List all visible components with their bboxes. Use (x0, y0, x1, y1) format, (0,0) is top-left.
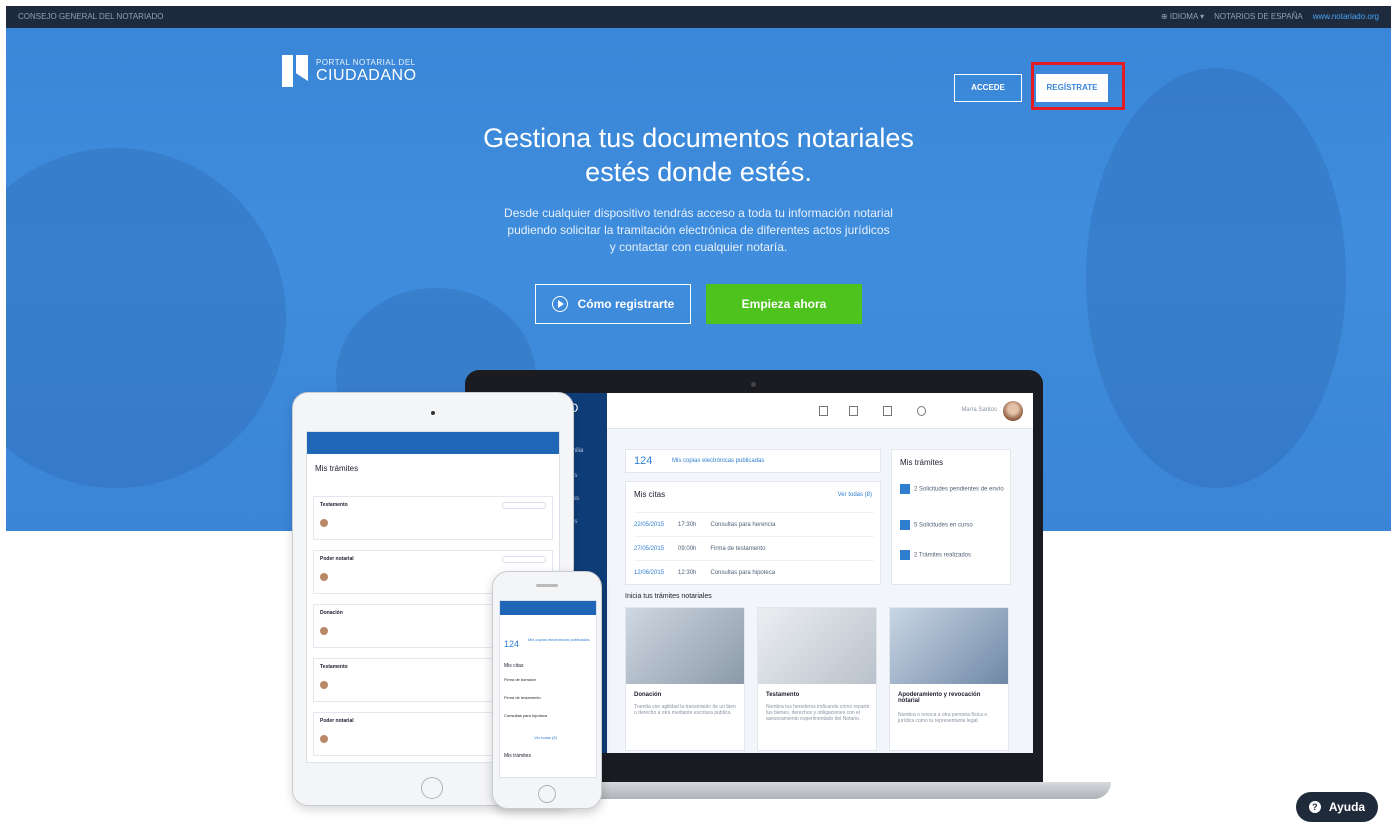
notaries-link[interactable]: NOTARIOS DE ESPAÑA (1214, 6, 1303, 28)
avatar[interactable] (1003, 401, 1023, 421)
phone-screen: 124 Mis copias electrónicas publicadas M… (499, 600, 597, 778)
list-item[interactable]: Consultas para hipoteca (504, 713, 547, 718)
inicia-heading: Inicia tus trámites notariales (625, 593, 712, 600)
cita-desc: Consultas para herencia (710, 521, 776, 528)
ver-todas-link[interactable]: Ver todas (8) (838, 492, 872, 498)
phone-count: 124 (504, 639, 520, 649)
como-registrarte-button[interactable]: Cómo registrarte (535, 284, 691, 324)
user-name: María Santos (961, 407, 997, 413)
table-row[interactable]: Testamento (313, 496, 553, 540)
tile-desc: Tramita con agilidad la transmisión de u… (634, 704, 736, 716)
phone-app-bar (500, 601, 596, 615)
phone-speaker (536, 584, 558, 587)
subtext-line-2: pudiendo solicitar la tramitación electr… (507, 223, 890, 237)
como-registrarte-label: Cómo registrarte (577, 297, 675, 311)
tablet-camera (431, 411, 435, 415)
tablet-home-button (421, 777, 443, 799)
cita-date: 12/06/2015 (634, 569, 665, 576)
language-label: IDIOMA (1169, 12, 1198, 21)
logo-icon (282, 55, 308, 87)
headline-line-1: Gestiona tus documentos notariales (483, 123, 914, 153)
registrate-highlight-box (1031, 62, 1125, 110)
tile-desc: Nombra tus herederos indicando cómo repa… (766, 704, 870, 722)
language-selector[interactable]: ⊕ IDIOMA ▾ (1161, 6, 1204, 28)
list-item[interactable]: 27/05/2015 09:00h Firma de testamento (634, 536, 874, 560)
hero-subtext: Desde cualquier dispositivo tendrás acce… (446, 205, 951, 256)
tile-desc: Nombra o revoca a otra persona física o … (898, 712, 988, 724)
edit-icon[interactable] (883, 406, 892, 416)
tramites-title: Mis trámites (900, 458, 944, 467)
tramite-item[interactable]: 5 Solicitudes en curso (900, 520, 1004, 530)
tablet-app-bar (307, 432, 559, 454)
page: CONSEJO GENERAL DEL NOTARIADO ⊕ IDIOMA ▾… (6, 6, 1391, 835)
phone-home-button (538, 785, 556, 803)
org-link[interactable]: CONSEJO GENERAL DEL NOTARIADO (18, 6, 164, 28)
empieza-ahora-button[interactable]: Empieza ahora (706, 284, 862, 324)
help-button[interactable]: ? Ayuda (1296, 792, 1378, 822)
tile-title: Testamento (766, 692, 800, 698)
citas-card: Mis citas Ver todas (8) 22/05/2015 17:30… (625, 481, 881, 585)
portal-logo[interactable]: PORTAL NOTARIAL DEL CIUDADANO (282, 55, 417, 87)
documents-icon[interactable] (849, 406, 858, 416)
cita-time: 09:00h (678, 545, 697, 552)
app-topbar: María Santos (607, 393, 1033, 429)
testamento-photo (758, 608, 876, 684)
logo-small-text: PORTAL NOTARIAL DEL (316, 57, 416, 67)
list-item[interactable]: Firma de testamento (504, 695, 541, 700)
background-photo-shape (6, 148, 286, 488)
laptop-camera (751, 382, 756, 387)
tile-apoderamiento[interactable]: Apoderamiento y revocación notarial Nomb… (889, 607, 1009, 751)
citas-title: Mis citas (634, 490, 666, 499)
list-item[interactable]: 12/06/2015 12:30h Consultas para hipotec… (634, 560, 874, 584)
cita-time: 17:30h (678, 521, 697, 528)
subtext-line-3: y contactar con cualquier notaría. (609, 240, 788, 254)
tile-title: Donación (634, 692, 662, 698)
top-bar: CONSEJO GENERAL DEL NOTARIADO ⊕ IDIOMA ▾… (6, 6, 1391, 28)
copies-count: 124 (634, 455, 653, 467)
tablet-title: Mis trámites (315, 464, 359, 473)
phone-tramites: Mis trámites (504, 753, 531, 759)
background-photo-shape (1086, 68, 1346, 488)
tramite-item[interactable]: 2 Solicitudes pendientes de envío (900, 484, 1004, 494)
laptop-screen: María Santos 124 Mis copias electrónicas… (607, 393, 1033, 753)
calendar-icon[interactable] (819, 406, 828, 416)
tile-testamento[interactable]: Testamento Nombra tus herederos indicand… (757, 607, 877, 751)
apoderamiento-photo (890, 608, 1008, 684)
help-label: Ayuda (1328, 800, 1366, 814)
phone-ver-todas[interactable]: Ver todas (8) (534, 735, 557, 740)
subtext-line-1: Desde cualquier dispositivo tendrás acce… (504, 206, 893, 220)
cita-desc: Consultas para hipoteca (710, 569, 776, 576)
headline-line-2: estés donde estés. (585, 157, 812, 187)
help-icon: ? (1308, 801, 1321, 813)
cita-time: 12:30h (678, 569, 697, 576)
play-icon (551, 296, 568, 312)
tramites-card: Mis trámites 2 Solicitudes pendientes de… (891, 449, 1011, 585)
phone-citas: Mis citas (504, 663, 524, 669)
list-item[interactable]: Firma de borrador (504, 677, 536, 682)
copies-card[interactable]: 124 Mis copias electrónicas publicadas (625, 449, 881, 473)
accede-button[interactable]: ACCEDE (954, 74, 1022, 102)
tile-title: Apoderamiento y revocación notarial (898, 692, 981, 704)
cita-date: 27/05/2015 (634, 545, 665, 552)
phone-mockup: 124 Mis copias electrónicas publicadas M… (492, 571, 602, 809)
cita-desc: Firma de testamento (710, 545, 766, 552)
notariado-site-link[interactable]: www.notariado.org (1313, 6, 1379, 28)
citas-list: 22/05/2015 17:30h Consultas para herenci… (634, 512, 874, 584)
hero-headline: Gestiona tus documentos notariales estés… (356, 121, 1041, 189)
cita-date: 22/05/2015 (634, 521, 665, 528)
list-item[interactable]: 22/05/2015 17:30h Consultas para herenci… (634, 512, 874, 536)
logo-big-text: CIUDADANO (316, 66, 417, 84)
tramite-item[interactable]: 2 Trámites realizados (900, 550, 1004, 560)
copies-label: Mis copias electrónicas publicadas (672, 458, 765, 464)
notifications-icon[interactable] (917, 406, 926, 416)
donacion-photo (626, 608, 744, 684)
phone-copies: Mis copias electrónicas publicadas (528, 637, 590, 642)
tile-donacion[interactable]: Donación Tramita con agilidad la transmi… (625, 607, 745, 751)
